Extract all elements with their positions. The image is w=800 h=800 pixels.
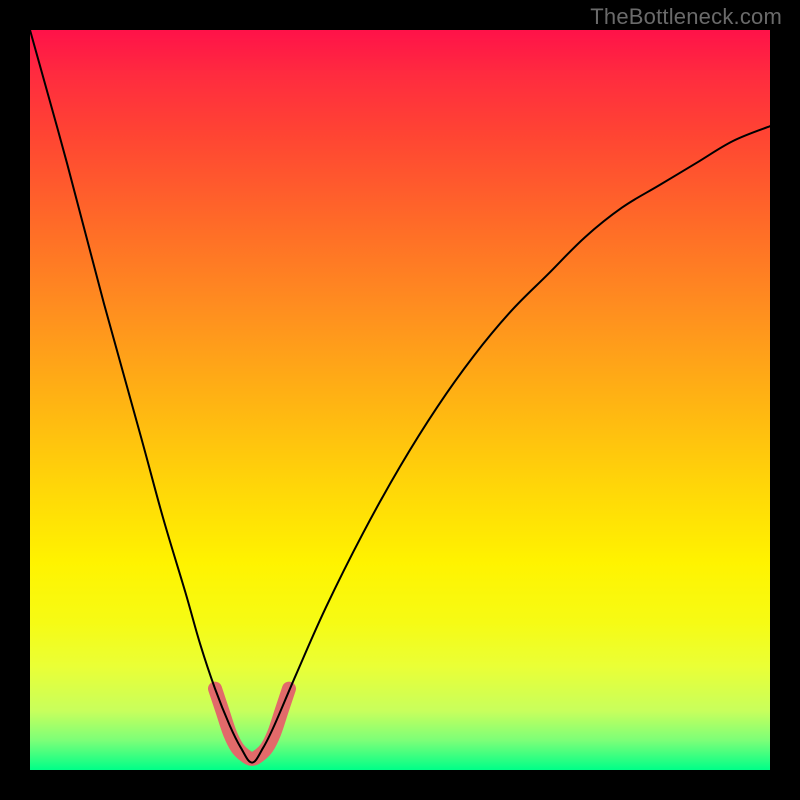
watermark-text: TheBottleneck.com bbox=[590, 4, 782, 30]
main-curve bbox=[30, 30, 770, 763]
highlight-curve bbox=[215, 689, 289, 759]
chart-frame: TheBottleneck.com bbox=[0, 0, 800, 800]
curve-layer bbox=[30, 30, 770, 770]
plot-area bbox=[30, 30, 770, 770]
